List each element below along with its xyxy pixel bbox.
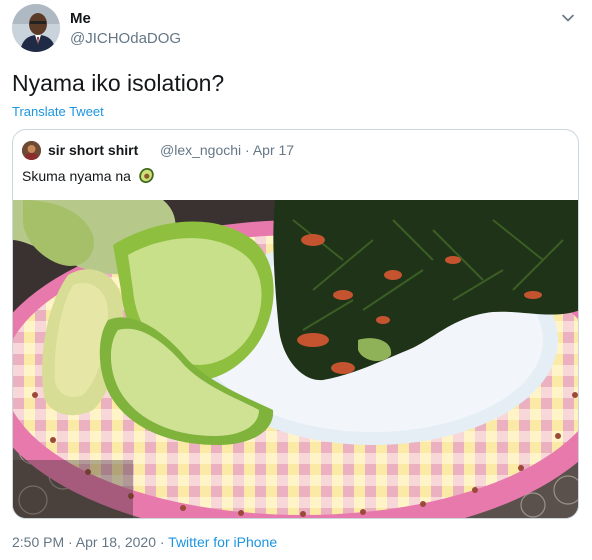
tweet-timestamp[interactable]: 2:50 PM · Apr 18, 2020 · <box>12 534 168 550</box>
quoted-tweet-text: Skuma nyama na <box>22 167 155 187</box>
avocado-emoji-icon <box>138 167 155 187</box>
tweet-source-link[interactable]: Twitter for iPhone <box>168 534 277 550</box>
tweet-text: Nyama iko isolation? <box>12 70 225 96</box>
author-handle[interactable]: @JICHOdaDOG <box>70 30 181 47</box>
author-name[interactable]: Me <box>70 10 91 27</box>
translate-tweet-link[interactable]: Translate Tweet <box>12 104 104 119</box>
tweet-footer: 2:50 PM · Apr 18, 2020 · Twitter for iPh… <box>12 534 277 550</box>
quoted-text-content: Skuma nyama na <box>22 168 131 184</box>
quoted-author-avatar[interactable] <box>22 141 41 160</box>
tweet-header: Me @JICHOdaDOG <box>12 4 580 54</box>
quoted-author-name[interactable]: sir short shirt <box>48 142 138 158</box>
author-avatar[interactable] <box>12 4 60 52</box>
quoted-tweet-header: sir short shirt @lex_ngochi · Apr 17 <box>22 140 562 160</box>
quoted-date[interactable]: · Apr 17 <box>245 142 294 158</box>
quoted-author-meta[interactable]: @lex_ngochi · Apr 17 <box>160 142 294 158</box>
chevron-down-icon[interactable] <box>560 10 576 26</box>
quoted-author-handle[interactable]: @lex_ngochi <box>160 142 241 158</box>
quoted-photo[interactable] <box>13 200 578 518</box>
quoted-tweet[interactable]: sir short shirt @lex_ngochi · Apr 17 Sku… <box>12 129 579 519</box>
